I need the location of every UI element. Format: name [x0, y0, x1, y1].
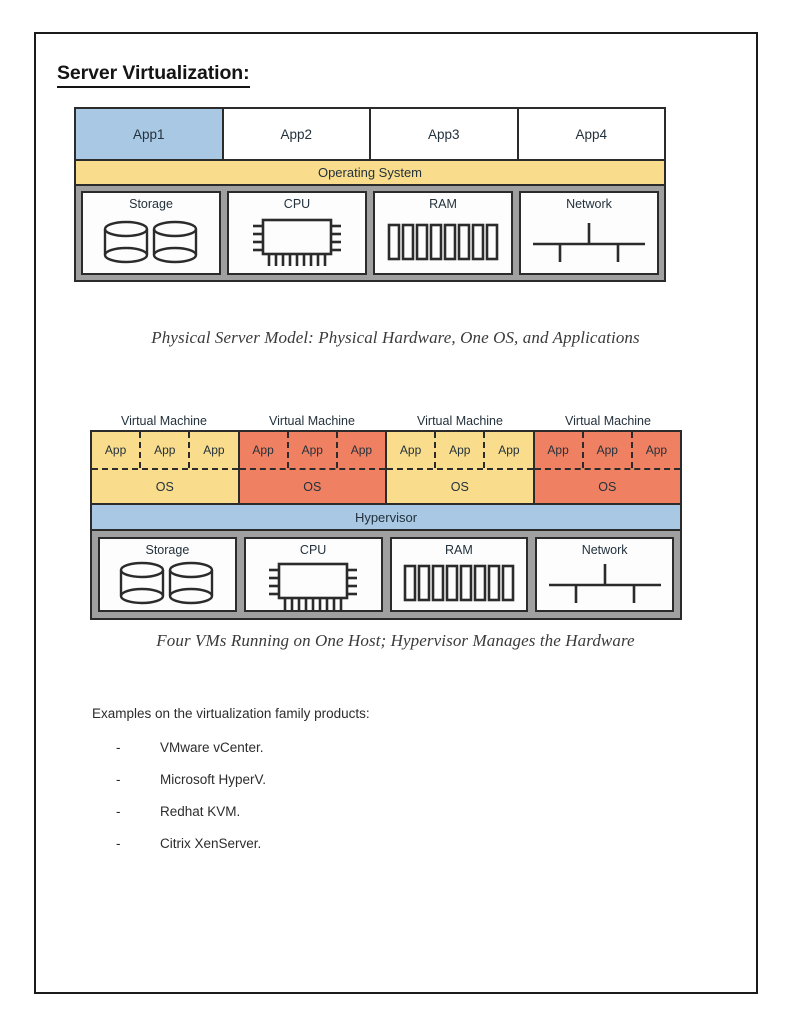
app-block-1: App1	[76, 109, 224, 159]
vm-4-app-1: App	[535, 432, 584, 468]
hardware-storage-label-2: Storage	[145, 543, 190, 557]
vm-1-os-label: OS	[155, 479, 174, 494]
app-block-2-label: App2	[280, 126, 313, 142]
list-item-label: Redhat KVM.	[160, 804, 241, 819]
vm-3-app-3: App	[498, 443, 520, 457]
hardware-storage-label: Storage	[129, 197, 173, 211]
examples-list: - VMware vCenter. - Microsoft HyperV. - …	[116, 738, 536, 866]
hardware-block-cpu-2: CPU	[243, 537, 383, 615]
vm-1-app-1: App	[92, 432, 142, 468]
vm-4-app-3: App	[645, 443, 668, 457]
app-block-4: App4	[518, 109, 664, 159]
physical-diagram-caption: Physical Server Model: Physical Hardware…	[151, 328, 640, 347]
virtual-diagram-caption: Four VMs Running on One Host; Hypervisor…	[156, 631, 635, 650]
vm-4-app-2: App	[584, 432, 633, 468]
list-item: - Redhat KVM.	[116, 802, 536, 834]
vm-label-4: Virtual Machine	[565, 414, 651, 428]
virtual-hardware-row: Storage CPU RAM Network	[92, 531, 680, 618]
vm-label-2: Virtual Machine	[269, 414, 355, 428]
network-bus-icon	[537, 557, 672, 611]
page: Server Virtualization: App1 App2 App3 Ap…	[0, 0, 791, 1024]
virtualized-server-diagram: App App App OS App App App OS App App Ap…	[90, 430, 682, 620]
virtual-machine-1: App App App OS	[92, 432, 240, 503]
hypervisor-bar: Hypervisor	[92, 503, 680, 531]
vm-3-app-1: App	[387, 432, 437, 468]
hardware-block-network-2: Network	[535, 537, 674, 612]
vm-4-apps: App App App	[534, 432, 680, 470]
hardware-ram-label: RAM	[429, 197, 457, 211]
vm-1-app-3: App	[203, 443, 225, 457]
ram-modules-icon	[392, 557, 527, 611]
vm-2-os-label: OS	[303, 479, 322, 494]
virtual-machine-2: App App App OS	[239, 432, 387, 503]
network-bus-icon	[521, 211, 657, 274]
hardware-cpu-label-2: CPU	[299, 543, 327, 557]
page-content: Server Virtualization: App1 App2 App3 Ap…	[0, 0, 791, 1024]
hardware-block-ram-2: RAM	[389, 537, 529, 612]
hardware-cpu-label: CPU	[283, 197, 311, 211]
list-item-label: Microsoft HyperV.	[160, 772, 267, 787]
virtual-machine-3: App App App OS	[387, 432, 535, 503]
storage-cylinders-icon	[100, 557, 235, 611]
list-marker: -	[116, 772, 121, 787]
list-marker: -	[116, 804, 121, 819]
storage-cylinders-icon	[83, 211, 219, 274]
app-block-3: App3	[371, 109, 519, 159]
virtual-machine-labels-row: Virtual Machine Virtual Machine Virtual …	[90, 414, 682, 428]
hardware-block-network: Network	[519, 191, 659, 275]
list-item-label: VMware vCenter.	[160, 740, 264, 755]
hardware-ram-label-2: RAM	[444, 543, 473, 557]
hardware-block-storage: Storage	[81, 191, 221, 275]
operating-system-label: Operating System	[317, 165, 423, 180]
list-item: - Microsoft HyperV.	[116, 770, 536, 802]
vm-label-3: Virtual Machine	[417, 414, 503, 428]
vm-4-os-label: OS	[598, 479, 617, 494]
physical-hardware-row: Storage CPU RAM Network	[76, 186, 664, 280]
app-block-2: App2	[223, 109, 371, 159]
vm-2-app-2: App	[289, 432, 338, 468]
vm-2-apps: App App App	[239, 432, 385, 470]
vm-2-app-1: App	[240, 432, 289, 468]
hypervisor-label: Hypervisor	[354, 509, 418, 525]
hardware-block-storage-2: Storage	[98, 537, 237, 612]
vm-label-1: Virtual Machine	[121, 414, 207, 428]
list-item: - VMware vCenter.	[116, 738, 536, 770]
list-item-label: Citrix XenServer.	[160, 836, 262, 851]
operating-system-bar: Operating System	[76, 159, 664, 186]
app-block-1-label: App1	[132, 126, 165, 142]
hardware-network-label: Network	[566, 197, 612, 211]
cpu-chip-icon	[229, 211, 365, 274]
hardware-block-ram: RAM	[373, 191, 513, 275]
physical-diagram-inner: App1 App2 App3 App4 Operating System Sto…	[76, 109, 664, 280]
vm-3-apps: App App App	[387, 432, 533, 470]
virtual-diagram-inner: App App App OS App App App OS App App Ap…	[92, 432, 680, 618]
app-block-4-label: App4	[575, 126, 608, 142]
list-marker: -	[116, 740, 121, 755]
vm-1-apps: App App App	[92, 432, 238, 470]
physical-application-row: App1 App2 App3 App4	[76, 109, 664, 159]
list-marker: -	[116, 836, 121, 851]
hardware-network-label-2: Network	[581, 543, 628, 557]
vm-2-app-3: App	[350, 443, 373, 457]
physical-server-diagram: App1 App2 App3 App4 Operating System Sto…	[74, 107, 666, 282]
page-title: Server Virtualization:	[57, 62, 250, 89]
ram-modules-icon	[375, 211, 511, 274]
vm-1-app-2: App	[141, 432, 191, 468]
vm-3-app-2: App	[436, 432, 486, 468]
virtual-machines-row: App App App OS App App App OS App App Ap…	[92, 432, 680, 503]
cpu-chip-icon	[246, 557, 381, 615]
vm-3-os-label: OS	[450, 479, 469, 494]
hardware-block-cpu: CPU	[227, 191, 367, 275]
list-item: - Citrix XenServer.	[116, 834, 536, 866]
examples-heading: Examples on the virtualization family pr…	[92, 706, 370, 721]
virtual-machine-4: App App App OS	[534, 432, 680, 503]
app-block-3-label: App3	[427, 126, 460, 142]
